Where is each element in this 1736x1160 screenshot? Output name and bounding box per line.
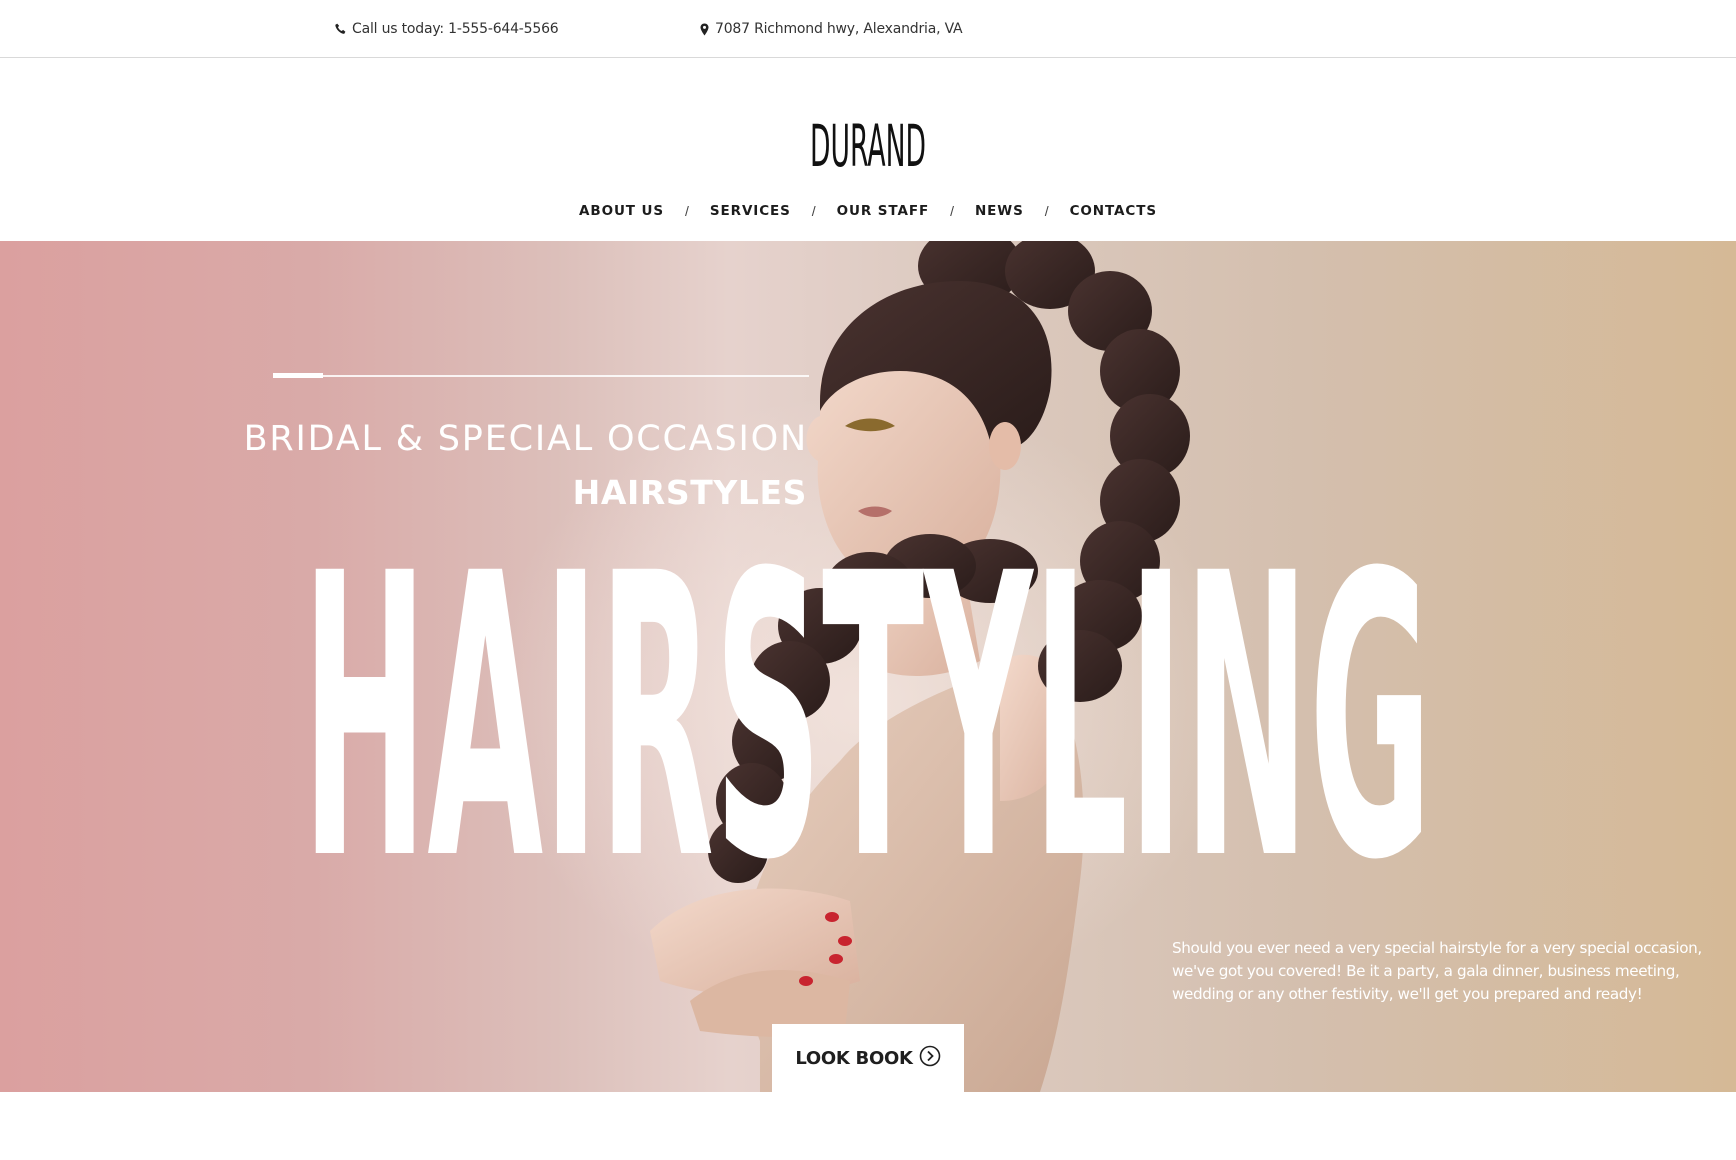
logo-text: DURAND <box>810 118 926 170</box>
site-header: DURAND ABOUT US / SERVICES / OUR STAFF /… <box>0 58 1736 241</box>
hero-divider-accent <box>273 373 323 378</box>
nav-separator: / <box>1044 203 1049 219</box>
hero-eyebrow: BRIDAL & SPECIAL OCCASION <box>243 419 808 459</box>
main-nav: ABOUT US / SERVICES / OUR STAFF / NEWS /… <box>0 203 1736 219</box>
nav-services[interactable]: SERVICES <box>710 203 791 219</box>
address-contact[interactable]: 7087 Richmond hwy, Alexandria, VA <box>700 19 963 39</box>
nav-about-us[interactable]: ABOUT US <box>579 203 664 219</box>
hero-banner: HAIRSTYLING BRIDAL & SPECIAL OCCASION HA… <box>0 241 1736 1092</box>
logo-wordmark: DURAND <box>810 118 926 170</box>
page: Call us today: 1-555-644-5566 7087 Richm… <box>0 0 1736 1160</box>
hero-description: Should you ever need a very special hair… <box>1172 939 1702 1003</box>
circle-chevron-right-icon <box>919 1045 941 1072</box>
nav-news[interactable]: NEWS <box>975 203 1024 219</box>
look-book-button[interactable]: LOOK BOOK <box>772 1024 964 1092</box>
hero-divider-line <box>273 375 809 377</box>
phone-icon <box>335 23 346 35</box>
top-info-bar: Call us today: 1-555-644-5566 7087 Richm… <box>0 0 1736 58</box>
phone-text: Call us today: 1-555-644-5566 <box>352 21 559 37</box>
nav-contacts[interactable]: CONTACTS <box>1070 203 1157 219</box>
phone-contact[interactable]: Call us today: 1-555-644-5566 <box>335 19 559 39</box>
nav-our-staff[interactable]: OUR STAFF <box>837 203 929 219</box>
address-text: 7087 Richmond hwy, Alexandria, VA <box>715 21 963 37</box>
nav-separator: / <box>685 203 689 219</box>
nav-separator: / <box>950 203 954 219</box>
nav-separator: / <box>811 203 816 219</box>
hero-subtitle: HAIRSTYLES <box>572 473 807 512</box>
logo[interactable]: DURAND <box>0 118 1736 175</box>
look-book-label: LOOK BOOK <box>795 1047 913 1069</box>
hero-big-word: HAIRSTYLING <box>302 491 1432 945</box>
map-marker-icon <box>700 23 709 36</box>
